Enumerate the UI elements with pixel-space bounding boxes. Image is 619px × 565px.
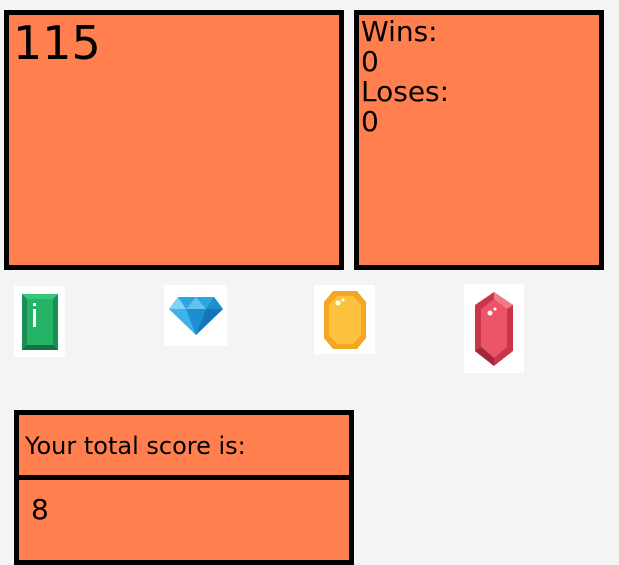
diamond-gem-button[interactable] xyxy=(164,285,227,346)
wins-value: 0 xyxy=(361,45,379,78)
stats-text: Wins: 0 Loses: 0 xyxy=(361,17,449,137)
yellow-gem-button[interactable] xyxy=(314,285,375,354)
target-number: 115 xyxy=(13,16,101,70)
losses-label: Loses: xyxy=(361,75,450,108)
yellow-gem-icon xyxy=(323,290,366,349)
score-value: 8 xyxy=(31,493,49,526)
score-label-panel: Your total score is: xyxy=(14,410,354,480)
diamond-gem-icon xyxy=(168,296,223,335)
score-value-panel: 8 xyxy=(14,475,354,565)
ruby-gem-button[interactable] xyxy=(464,284,524,373)
wins-label: Wins: xyxy=(361,15,438,48)
score-label: Your total score is: xyxy=(25,432,246,460)
ruby-gem-icon xyxy=(475,291,513,366)
emerald-gem-button[interactable] xyxy=(14,286,65,357)
emerald-gem-icon xyxy=(21,293,58,350)
stats-panel: Wins: 0 Loses: 0 xyxy=(354,10,604,270)
target-number-panel: 115 xyxy=(4,10,344,270)
losses-value: 0 xyxy=(361,105,379,138)
